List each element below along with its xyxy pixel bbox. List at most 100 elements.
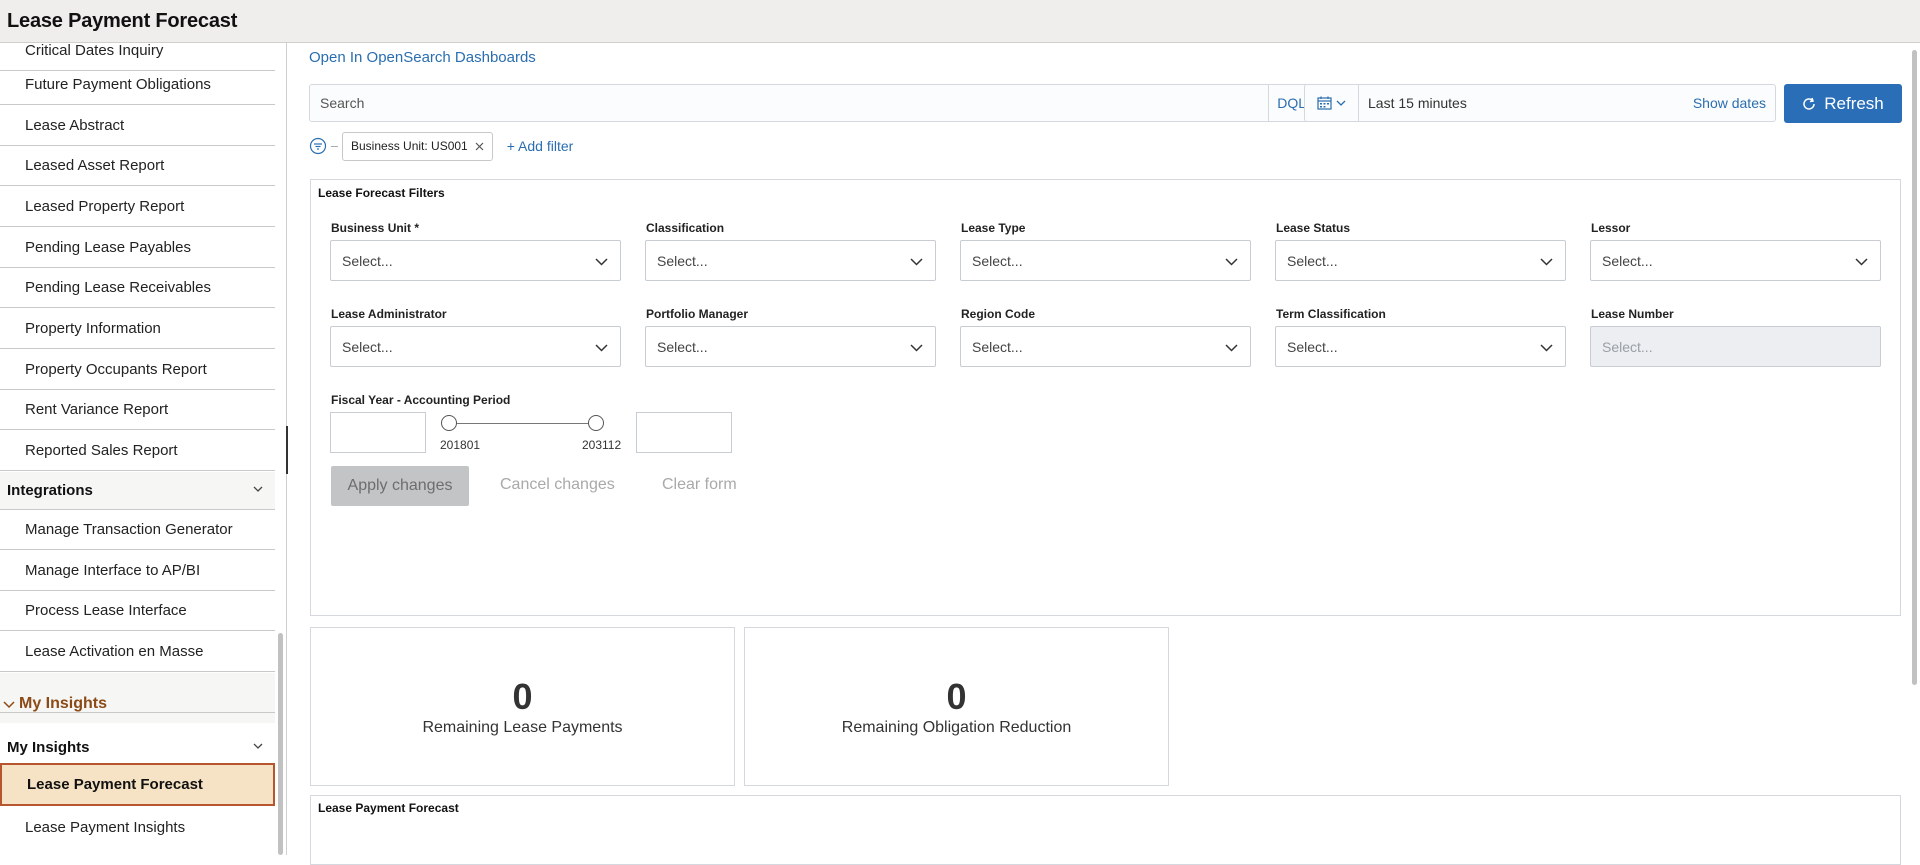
sidebar-item-lease-abstract[interactable]: Lease Abstract: [0, 106, 275, 146]
section-integrations[interactable]: Integrations: [0, 472, 275, 510]
sidebar-item-process-lease-interface[interactable]: Process Lease Interface: [0, 591, 275, 631]
apply-changes-button[interactable]: Apply changes: [331, 466, 469, 506]
filter-options-icon[interactable]: [309, 137, 327, 155]
sidebar-item-leased-property-report[interactable]: Leased Property Report: [0, 187, 275, 227]
chevron-down-icon: [3, 701, 15, 709]
region-code-label: Region Code: [961, 307, 1035, 321]
sidebar-item-manage-transaction-generator[interactable]: Manage Transaction Generator: [0, 510, 275, 550]
select-value: Select...: [657, 252, 708, 269]
chevron-down-icon: [1336, 100, 1346, 106]
metric-remaining-lease-payments: 0 Remaining Lease Payments: [310, 627, 735, 786]
sidebar-spacer: [0, 673, 275, 685]
business-unit-label: Business Unit *: [331, 221, 420, 235]
panel-title: Lease Payment Forecast: [318, 801, 459, 815]
region-code-select[interactable]: Select...: [960, 326, 1251, 367]
metric-label: Remaining Obligation Reduction: [841, 718, 1072, 736]
cancel-changes-button[interactable]: Cancel changes: [500, 476, 615, 494]
show-dates-link[interactable]: Show dates: [1693, 95, 1775, 111]
sidebar-item-property-occupants-report[interactable]: Property Occupants Report: [0, 350, 275, 390]
range-min-handle[interactable]: [441, 415, 457, 431]
sidebar-item-property-information[interactable]: Property Information: [0, 309, 275, 349]
portfolio-manager-select[interactable]: Select...: [645, 326, 936, 367]
fiscal-year-range-label: Fiscal Year - Accounting Period: [331, 393, 511, 407]
sidebar-item-leased-asset-report[interactable]: Leased Asset Report: [0, 146, 275, 186]
group-my-insights-label: My Insights: [19, 695, 108, 712]
open-in-opensearch-link[interactable]: Open In OpenSearch Dashboards: [309, 49, 536, 66]
lease-status-select[interactable]: Select...: [1275, 240, 1566, 281]
clear-form-button[interactable]: Clear form: [662, 476, 737, 494]
app-header: Lease Payment Forecast: [0, 0, 1920, 43]
sidebar: Critical Dates Inquiry Future Payment Ob…: [0, 43, 287, 855]
main-scrollbar[interactable]: [1912, 50, 1917, 685]
select-value: Select...: [972, 338, 1023, 355]
refresh-icon: [1803, 97, 1815, 110]
lessor-select[interactable]: Select...: [1590, 240, 1881, 281]
sidebar-item-lease-payment-insights[interactable]: Lease Payment Insights: [0, 807, 275, 847]
search-input[interactable]: [310, 85, 1269, 121]
range-min-input[interactable]: [330, 412, 426, 453]
metric-value: 0: [946, 675, 967, 717]
calendar-icon: [1317, 96, 1332, 110]
section-my-insights-label: My Insights: [7, 739, 90, 756]
range-max-handle[interactable]: [588, 415, 604, 431]
main-content: Open In OpenSearch Dashboards DQL Last 1…: [288, 43, 1920, 865]
chevron-down-icon: [910, 344, 923, 352]
chevron-down-icon: [1225, 258, 1238, 266]
range-slider-track[interactable]: [449, 423, 596, 424]
range-min-value: 201801: [440, 438, 481, 452]
business-unit-select[interactable]: Select...: [330, 240, 621, 281]
close-icon[interactable]: [475, 142, 484, 151]
sidebar-item-pending-lease-payables[interactable]: Pending Lease Payables: [0, 228, 275, 268]
chevron-down-icon: [1855, 258, 1868, 266]
refresh-button[interactable]: Refresh: [1784, 84, 1902, 123]
date-range-text[interactable]: Last 15 minutes: [1359, 95, 1693, 111]
sidebar-item-pending-lease-receivables[interactable]: Pending Lease Receivables: [0, 268, 275, 308]
range-max-input[interactable]: [636, 412, 732, 453]
refresh-label: Refresh: [1824, 93, 1884, 113]
filter-pill-business-unit[interactable]: Business Unit: US001: [342, 131, 493, 161]
portfolio-manager-label: Portfolio Manager: [646, 307, 749, 321]
add-filter-link[interactable]: + Add filter: [507, 138, 574, 154]
section-integrations-label: Integrations: [7, 482, 93, 499]
page-title: Lease Payment Forecast: [7, 9, 238, 32]
lease-type-select[interactable]: Select...: [960, 240, 1251, 281]
select-value: Select...: [1287, 252, 1338, 269]
sidebar-item-lease-activation-en-masse[interactable]: Lease Activation en Masse: [0, 632, 275, 672]
sidebar-scrollbar[interactable]: [278, 633, 283, 855]
group-my-insights[interactable]: My Insights: [0, 685, 275, 723]
divider: [0, 712, 275, 713]
sidebar-item-manage-interface-ap-bi[interactable]: Manage Interface to AP/BI: [0, 551, 275, 591]
select-value: Select...: [1602, 252, 1653, 269]
metric-remaining-obligation-reduction: 0 Remaining Obligation Reduction: [744, 627, 1169, 786]
select-value: Select...: [342, 252, 393, 269]
filter-pill-label: Business Unit: US001: [351, 139, 468, 153]
select-value: Select...: [1602, 338, 1653, 355]
sidebar-item-rent-variance-report[interactable]: Rent Variance Report: [0, 390, 275, 430]
section-my-insights[interactable]: My Insights: [0, 729, 275, 767]
chevron-down-icon: [1540, 258, 1553, 266]
chevron-down-icon: [910, 258, 923, 266]
chevron-down-icon: [253, 743, 263, 749]
sidebar-item-reported-sales-report[interactable]: Reported Sales Report: [0, 431, 275, 471]
sidebar-item-lease-payment-forecast[interactable]: Lease Payment Forecast: [0, 763, 275, 806]
lease-administrator-label: Lease Administrator: [331, 307, 447, 321]
term-classification-select[interactable]: Select...: [1275, 326, 1566, 367]
chevron-down-icon: [595, 258, 608, 266]
select-value: Select...: [972, 252, 1023, 269]
chevron-down-icon: [1540, 344, 1553, 352]
quick-date-menu-button[interactable]: [1305, 85, 1359, 121]
lease-status-label: Lease Status: [1276, 221, 1351, 235]
classification-label: Classification: [646, 221, 725, 235]
classification-select[interactable]: Select...: [645, 240, 936, 281]
lease-administrator-select[interactable]: Select...: [330, 326, 621, 367]
lease-number-label: Lease Number: [1591, 307, 1674, 321]
filter-separator: [331, 145, 338, 147]
chevron-down-icon: [253, 486, 263, 492]
lease-number-select: Select...: [1590, 326, 1881, 367]
chevron-down-icon: [595, 344, 608, 352]
chevron-down-icon: [1225, 344, 1238, 352]
select-value: Select...: [342, 338, 393, 355]
select-value: Select...: [1287, 338, 1338, 355]
sidebar-item-future-payment-obligations[interactable]: Future Payment Obligations: [0, 65, 275, 105]
metric-value: 0: [512, 675, 533, 717]
